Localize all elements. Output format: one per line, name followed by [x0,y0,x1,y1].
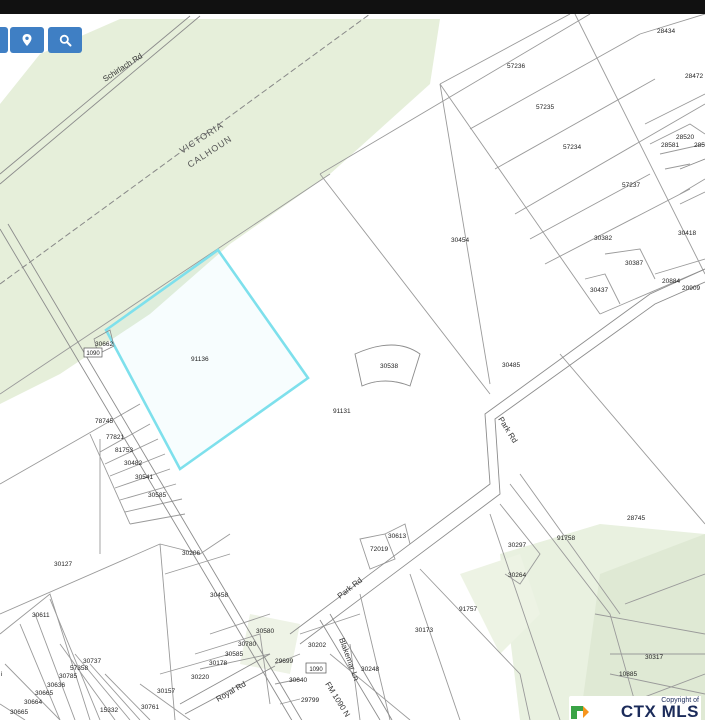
parcel-label: 30737 [83,658,101,665]
parcel-label: 30127 [54,561,72,568]
brand-name: CTX MLS [620,702,699,720]
parcel-label: 30458 [210,592,228,599]
parcel-label: 91758 [557,535,575,542]
parcel-label: 28745 [627,515,645,522]
parcel-label: 30785 [59,673,77,680]
parcel-label: 30157 [157,688,175,695]
search-icon [59,34,71,46]
road-label-blakemar-ln: Blakemar Ln [337,637,361,682]
parcel-label: 285 [694,142,705,149]
parcel-label: 91131 [333,408,351,415]
parcel-label: 30665 [35,690,53,697]
map-pin-icon [22,34,32,46]
parcel-label: 30611 [32,612,50,619]
parcel-label: 30613 [388,533,406,540]
parcel-label: 72019 [370,546,388,553]
parcel-label: 30482 [124,460,142,467]
parcel-label: 30585 [148,492,166,499]
parcel-label: 57237 [622,182,640,189]
parcel-label: 81753 [115,447,133,454]
parcel-label: 29799 [301,697,319,704]
map-viewport[interactable]: 1090 1090 VICTORIA CALHOUN Schirlach Rd … [0,0,705,720]
parcel-label: 28472 [685,73,703,80]
parcel-label: 29699 [275,658,293,665]
highway-shield-label: 1090 [309,667,323,673]
parcel-label: 30178 [209,660,227,667]
parcel-label: 30418 [678,230,696,237]
road-label-park-rd: Park Rd [496,415,519,444]
parcel-label: 57234 [563,144,581,151]
parcel-label: 30382 [594,235,612,242]
road-label-park-rd: Park Rd [336,576,364,601]
parcel-label: 30248 [361,666,379,673]
highway-shield: 1090 [83,347,103,358]
parcel-label: 30580 [256,628,274,635]
parcel-label-highlighted: 91136 [191,356,209,363]
layers-button[interactable] [0,27,8,53]
parcel-label: 30538 [380,363,398,370]
parcel-label: 30220 [191,674,209,681]
parcel-label: 30585 [225,651,243,658]
parcel-label: 30664 [24,699,42,706]
top-bar [0,0,705,14]
ctx-mls-logo-icon [571,706,589,719]
parcel-label: 30454 [451,237,469,244]
parcel-label: 78745 [95,418,113,425]
parcel-label: i [1,671,2,678]
parcel-label: 28581 [661,142,679,149]
parcel-label: 30202 [308,642,326,649]
parcel-label: 30541 [135,474,153,481]
highway-shield: 1090 [305,662,327,674]
parcel-label: 28434 [657,28,675,35]
highway-shield-label: 1090 [86,351,100,357]
parcel-label: 30206 [182,550,200,557]
search-button[interactable] [48,27,82,53]
parcel-label: 57235 [536,104,554,111]
parcel-label: 30665 [10,709,28,716]
parcel-label: 30761 [141,704,159,711]
parcel-label: 30662 [95,341,113,348]
parcel-label: 30387 [625,260,643,267]
parcel-label: 77821 [106,434,124,441]
parcel-label: 30636 [47,682,65,689]
parcel-label: 91757 [459,606,477,613]
parcel-label: 57358 [70,665,88,672]
parcel-label: 30264 [508,572,526,579]
road-label-royal-rd: Royal Rd [215,679,248,703]
parcel-label: 30640 [289,677,307,684]
location-button[interactable] [10,27,44,53]
parcel-label: 30173 [415,627,433,634]
parcel-label: 30317 [645,654,663,661]
parcel-map[interactable]: 1090 1090 VICTORIA CALHOUN Schirlach Rd … [0,14,705,720]
attribution-box: Copyright of CTX MLS [569,696,701,720]
parcel-label: 30780 [238,641,256,648]
parcel-label: 30297 [508,542,526,549]
parcel-label: 20909 [682,285,700,292]
parcel-label: 57236 [507,63,525,70]
parcel-label: 30485 [502,362,520,369]
parcel-label: 28520 [676,134,694,141]
parcel-label: 30437 [590,287,608,294]
parcel-label: 15332 [100,707,118,714]
road-label-fm-1090: FM 1090 N [323,680,352,719]
parcel-label: 10885 [619,671,637,678]
parcel-label: 20884 [662,278,680,285]
